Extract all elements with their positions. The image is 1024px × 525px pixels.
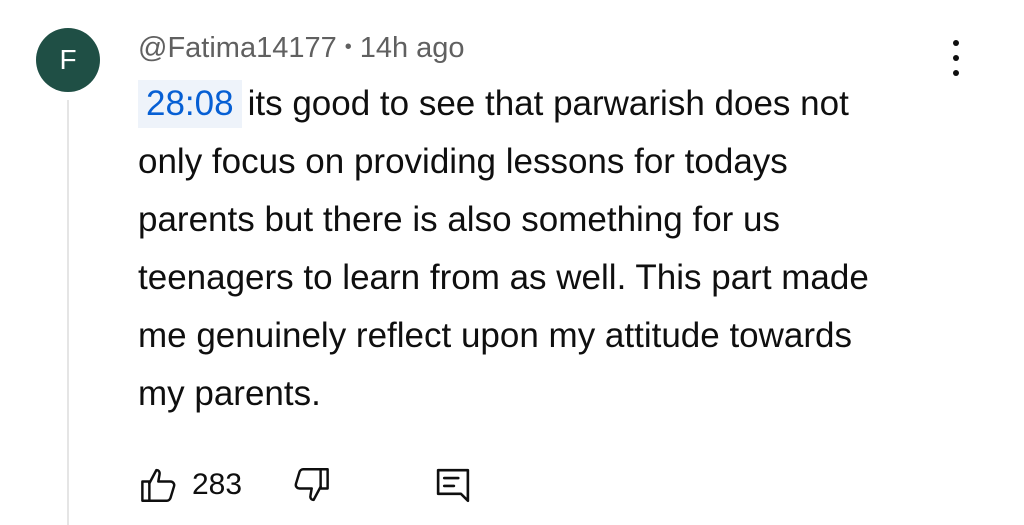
timestamp-link[interactable]: 28:08 <box>138 80 242 128</box>
more-vertical-icon <box>953 40 959 46</box>
like-count: 283 <box>192 468 243 501</box>
comment-actions: 283 <box>138 460 474 510</box>
comment-body-text: its good to see that parwarish does not … <box>138 84 869 413</box>
reply-button[interactable] <box>432 464 474 506</box>
more-options-button[interactable] <box>936 36 976 80</box>
meta-separator: • <box>344 36 352 58</box>
reply-comment-icon <box>436 468 470 503</box>
thread-line <box>67 100 69 525</box>
comment-time: 14h ago <box>359 32 465 64</box>
comment-text: 28:08 its good to see that parwarish does… <box>138 75 908 423</box>
comment-header: @Fatima14177 • 14h ago <box>138 26 465 69</box>
author-handle[interactable]: @Fatima14177 <box>138 32 337 64</box>
thumbs-up-icon <box>141 468 176 502</box>
like-button[interactable] <box>138 464 180 506</box>
dislike-button[interactable] <box>290 464 332 506</box>
avatar[interactable]: F <box>36 28 100 92</box>
avatar-letter: F <box>59 44 77 75</box>
thumbs-down-icon <box>294 468 329 502</box>
